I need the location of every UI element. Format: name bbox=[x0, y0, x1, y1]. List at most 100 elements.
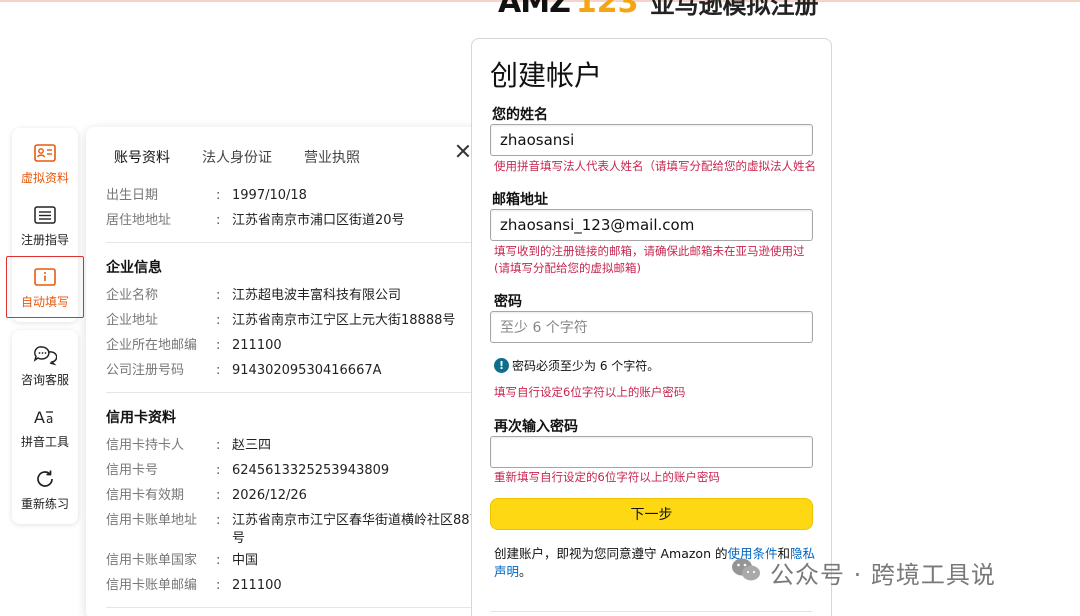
row-value: 2026/12/26 bbox=[232, 488, 307, 503]
toolbar-item-restart-practice[interactable]: 重新练习 bbox=[12, 458, 78, 520]
toolbar-group-secondary: 咨询客服 Aa 拼音工具 重新练习 bbox=[12, 330, 78, 524]
info-row-company-reg-number: 公司注册号码 : 91430209530416667A bbox=[106, 358, 478, 383]
row-label: 信用卡账单地址 bbox=[106, 513, 198, 528]
next-step-button[interactable]: 下一步 bbox=[490, 498, 813, 530]
form-divider bbox=[490, 611, 812, 612]
row-value: 江苏省南京市江宁区上元大街18888号 bbox=[232, 313, 456, 328]
password-info-text: 密码必须至少为 6 个字符。 bbox=[512, 359, 660, 373]
row-value: 赵三四 bbox=[232, 438, 272, 453]
password-info: ! 密码必须至少为 6 个字符。 bbox=[494, 357, 659, 374]
info-row-card-billing-postcode: 信用卡账单邮编 : 211100 bbox=[106, 573, 478, 598]
toolbar-item-virtual-profile[interactable]: 虚拟资料 bbox=[12, 132, 78, 194]
tab-account-info[interactable]: 账号资料 bbox=[114, 147, 170, 173]
name-label: 您的姓名 bbox=[492, 107, 548, 123]
info-row-card-expiry: 信用卡有效期 : 2026/12/26 bbox=[106, 483, 478, 508]
row-label: 信用卡有效期 bbox=[106, 488, 185, 503]
svg-text:a: a bbox=[46, 412, 53, 426]
row-label: 居住地地址 bbox=[106, 213, 172, 228]
info-row-card-holder: 信用卡持卡人 : 赵三四 bbox=[106, 433, 478, 458]
watermark-text: 公众号 · 跨境工具说 bbox=[770, 561, 996, 589]
password-label: 密码 bbox=[494, 294, 522, 310]
toolbar-label: 重新练习 bbox=[20, 496, 69, 511]
agreement-suffix: 。 bbox=[519, 564, 532, 579]
row-colon: : bbox=[216, 363, 221, 378]
row-value: 211100 bbox=[232, 578, 282, 593]
row-label: 信用卡账单邮编 bbox=[106, 578, 198, 593]
row-colon: : bbox=[216, 188, 221, 203]
toolbar-label: 自动填写 bbox=[20, 294, 69, 309]
wechat-icon bbox=[730, 556, 762, 590]
repeat-password-hint: 重新填写自行设定的6位字符以上的账户密码 bbox=[494, 470, 720, 484]
section-title-company: 企业信息 bbox=[106, 260, 162, 276]
list-icon bbox=[33, 203, 57, 227]
name-input[interactable]: zhaosansi bbox=[490, 124, 813, 156]
virtual-profile-panel: 账号资料 法人身份证 营业执照 出生日期 : 1997/10/18 居住地地址 … bbox=[86, 127, 484, 616]
toolbar-item-pinyin-tool[interactable]: Aa 拼音工具 bbox=[12, 396, 78, 458]
row-value: 6245613325253943809 bbox=[232, 463, 390, 478]
toolbar-item-customer-service[interactable]: 咨询客服 bbox=[12, 334, 78, 396]
panel-tabs: 账号资料 法人身份证 营业执照 bbox=[114, 147, 360, 173]
email-input[interactable]: zhaosansi_123@mail.com bbox=[490, 209, 813, 241]
email-hint-secondary: (请填写分配给您的虚拟邮箱) bbox=[494, 261, 641, 275]
panel-content: 出生日期 : 1997/10/18 居住地地址 : 江苏省南京市浦口区街道20号… bbox=[106, 183, 478, 616]
email-label: 邮箱地址 bbox=[492, 192, 548, 208]
row-value: 1997/10/18 bbox=[232, 188, 307, 203]
row-value: 91430209530416667A bbox=[232, 363, 382, 378]
toolbar-label: 咨询客服 bbox=[20, 372, 69, 387]
row-colon: : bbox=[216, 513, 221, 528]
info-row-company-name: 企业名称 : 江苏超电波丰富科技有限公司 bbox=[106, 283, 478, 308]
row-label: 公司注册号码 bbox=[106, 363, 185, 378]
toolbar-item-auto-fill[interactable]: 自动填写 bbox=[6, 256, 84, 318]
row-label: 出生日期 bbox=[106, 188, 159, 203]
row-colon: : bbox=[216, 578, 221, 593]
wechat-watermark: 公众号 · 跨境工具说 bbox=[730, 555, 996, 590]
row-value: 江苏省南京市浦口区街道20号 bbox=[232, 213, 405, 228]
info-row-company-address: 企业地址 : 江苏省南京市江宁区上元大街18888号 bbox=[106, 308, 478, 333]
id-card-icon bbox=[33, 141, 57, 165]
row-colon: : bbox=[216, 488, 221, 503]
repeat-password-input[interactable] bbox=[490, 436, 813, 468]
section-title-credit-card: 信用卡资料 bbox=[106, 410, 176, 426]
logo-subtitle: 亚马逊模拟注册 bbox=[650, 0, 819, 19]
info-row-card-billing-address: 信用卡账单地址 : 江苏省南京市江宁区春华街道横岭社区887号 bbox=[106, 508, 478, 548]
row-label: 信用卡持卡人 bbox=[106, 438, 185, 453]
toolbar-item-register-guide[interactable]: 注册指导 bbox=[12, 194, 78, 256]
toolbar-label: 拼音工具 bbox=[20, 434, 69, 449]
section-divider bbox=[106, 607, 476, 608]
row-colon: : bbox=[216, 288, 221, 303]
toolbar-group-primary: 虚拟资料 注册指导 自动填写 bbox=[6, 128, 84, 322]
refresh-icon bbox=[33, 467, 57, 491]
password-input[interactable]: 至少 6 个字符 bbox=[490, 311, 813, 343]
agreement-prefix: 创建账户，即视为您同意遵守 Amazon 的 bbox=[494, 546, 728, 561]
row-colon: : bbox=[216, 438, 221, 453]
row-colon: : bbox=[216, 553, 221, 568]
row-label: 企业所在地邮编 bbox=[106, 338, 198, 353]
section-divider bbox=[106, 242, 476, 243]
row-label: 信用卡账单国家 bbox=[106, 553, 198, 568]
repeat-password-label: 再次输入密码 bbox=[494, 419, 578, 435]
left-toolbar: 虚拟资料 注册指导 自动填写 咨询客服 Aa 拼音工具 重新练习 bbox=[6, 128, 84, 532]
info-icon: ! bbox=[494, 358, 509, 373]
row-label: 企业地址 bbox=[106, 313, 159, 328]
chat-icon bbox=[33, 343, 57, 367]
tab-legal-id-card[interactable]: 法人身份证 bbox=[202, 147, 272, 173]
password-hint: 填写自行设定6位字符以上的账户密码 bbox=[494, 385, 686, 399]
row-value: 江苏超电波丰富科技有限公司 bbox=[232, 288, 402, 303]
logo-amz-text: AMZ bbox=[498, 0, 571, 20]
auto-fill-icon bbox=[33, 265, 57, 289]
section-divider bbox=[106, 392, 476, 393]
row-colon: : bbox=[216, 463, 221, 478]
row-colon: : bbox=[216, 313, 221, 328]
row-value: 中国 bbox=[232, 553, 259, 568]
row-label: 信用卡号 bbox=[106, 463, 159, 478]
name-hint: 使用拼音填写法人代表人姓名（请填写分配给您的虚拟法人姓名 bbox=[494, 159, 816, 173]
info-row-card-number: 信用卡号 : 6245613325253943809 bbox=[106, 458, 478, 483]
info-row-residence-address: 居住地地址 : 江苏省南京市浦口区街道20号 bbox=[106, 208, 478, 233]
toolbar-label: 注册指导 bbox=[20, 232, 69, 247]
row-value: 211100 bbox=[232, 338, 282, 353]
form-title: 创建帐户 bbox=[490, 59, 603, 92]
tab-business-license[interactable]: 营业执照 bbox=[304, 147, 360, 173]
amz123-logo: AMZ 123 亚马逊模拟注册 bbox=[498, 0, 818, 20]
row-label: 企业名称 bbox=[106, 288, 159, 303]
svg-text:A: A bbox=[34, 408, 45, 427]
